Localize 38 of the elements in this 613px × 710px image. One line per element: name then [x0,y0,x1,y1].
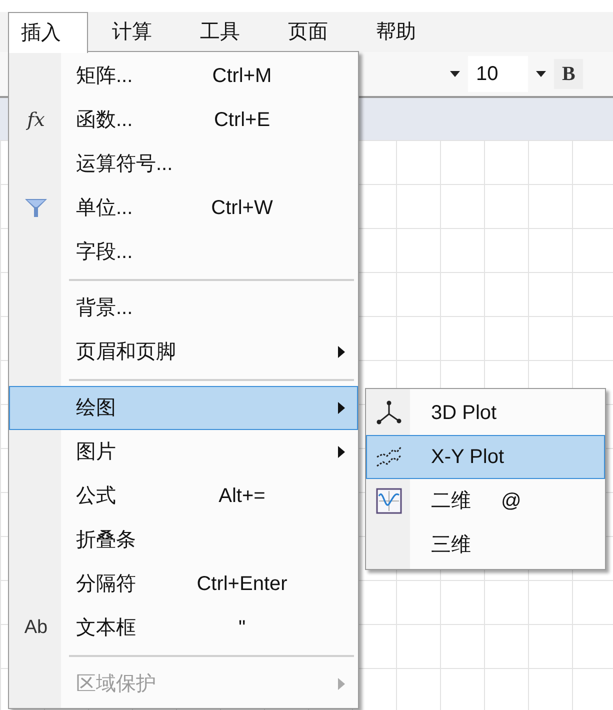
menu-item[interactable]: 图片 [9,430,358,474]
menu-item[interactable]: 背景... [9,286,358,330]
menu-bar-item[interactable]: 工具 [176,12,264,52]
shortcut-label: Alt+= [218,484,266,509]
dropdown-arrow-icon[interactable] [536,71,546,77]
menu-bar-item[interactable]: 帮助 [352,12,440,52]
menu-item[interactable]: 绘图 [9,386,358,430]
axes-icon [376,400,402,426]
menu-bar-item[interactable]: 计算 [88,12,176,52]
graph-icon [376,488,402,514]
menu-item[interactable]: 分隔符 Ctrl+Enter [9,562,358,606]
function-icon: fx [27,106,45,134]
dropdown-arrow-icon[interactable] [450,71,460,77]
menu-bar-item[interactable]: 插入 [8,12,88,53]
shortcut-label: Ctrl+M [212,64,272,89]
shortcut-label: Ctrl+E [214,108,270,133]
shortcut-label: Ctrl+W [211,196,273,221]
shortcut-label: " [238,616,246,641]
submenu-item[interactable]: 三维 [366,523,605,567]
menu-item[interactable]: 运算符号... [9,142,358,186]
menu-item[interactable]: 公式 Alt+= [9,474,358,518]
menu-item[interactable]: 单位... Ctrl+W [9,186,358,230]
text-box-icon: Ab [24,614,48,642]
shortcut-label: @ [501,489,522,514]
menu-bar-item[interactable]: 页面 [264,12,352,52]
menu-item[interactable]: 页眉和页脚 [9,330,358,374]
bold-button[interactable]: B [554,59,584,89]
font-size-field[interactable]: 10 [468,56,528,92]
submenu-item[interactable]: 二维 @ [366,479,605,523]
funnel-icon [24,197,48,219]
submenu-item[interactable]: 3D Plot [366,391,605,435]
line-chart-icon [375,445,403,469]
submenu-item[interactable]: X-Y Plot [366,435,605,479]
shortcut-label: Ctrl+Enter [196,572,288,597]
menu-item[interactable]: 字段... [9,230,358,274]
menu-item[interactable]: 矩阵... Ctrl+M [9,54,358,98]
menu-item[interactable]: 折叠条 [9,518,358,562]
menu-item[interactable]: Ab 文本框 " [9,606,358,650]
